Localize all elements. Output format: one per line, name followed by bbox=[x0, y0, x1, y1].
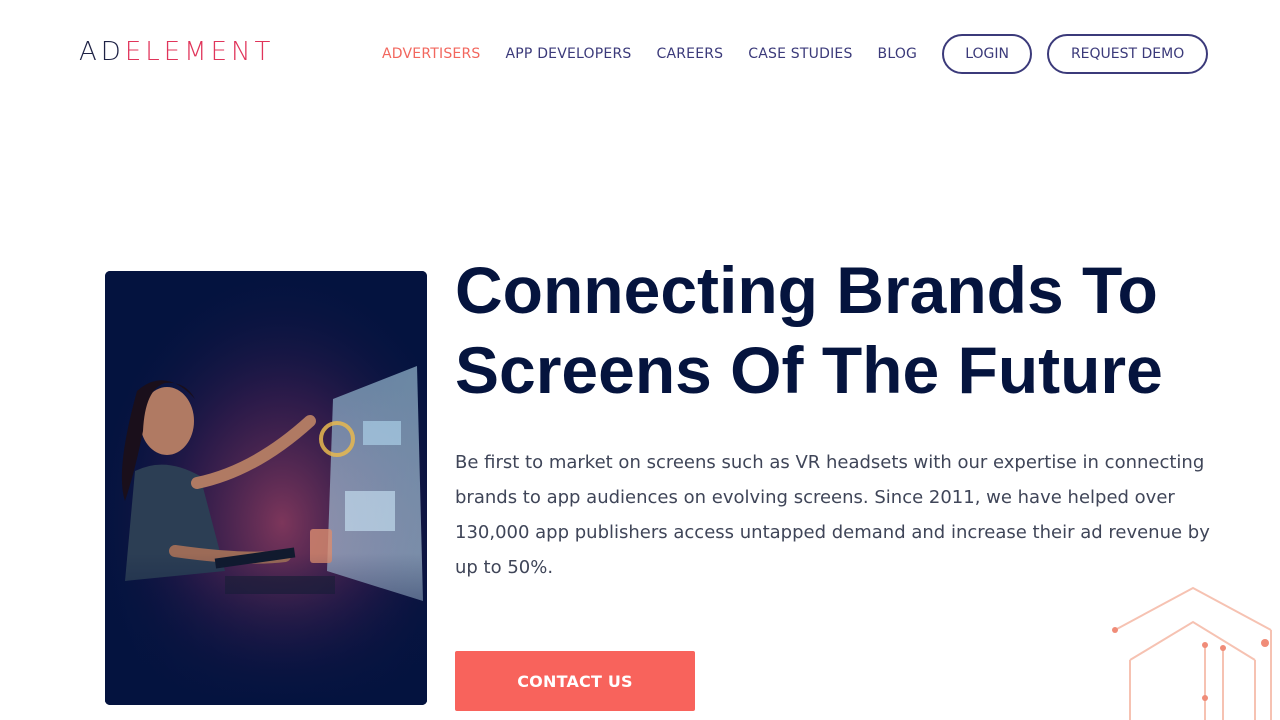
nav-case-studies[interactable]: CASE STUDIES bbox=[748, 46, 852, 62]
nav-careers[interactable]: CAREERS bbox=[656, 46, 723, 62]
nav-advertisers[interactable]: ADVERTISERS bbox=[382, 46, 480, 62]
circuit-hexagon-decoration bbox=[1112, 586, 1272, 720]
nav-blog[interactable]: BLOG bbox=[878, 46, 918, 62]
site-header: ADELEMENT ADVERTISERS APP DEVELOPERS CAR… bbox=[0, 0, 1280, 106]
contact-us-button[interactable]: CONTACT US bbox=[455, 651, 695, 711]
hero-title: Connecting Brands To Screens Of The Futu… bbox=[455, 253, 1163, 407]
adelement-logo[interactable]: ADELEMENT bbox=[79, 38, 274, 66]
hero-description: Be first to market on screens such as VR… bbox=[455, 452, 1210, 578]
woman-touching-holographic-screen-image bbox=[105, 271, 427, 705]
logo-part-ad: AD bbox=[79, 37, 125, 67]
nav-app-developers[interactable]: APP DEVELOPERS bbox=[505, 46, 631, 62]
hero-illustration bbox=[105, 271, 427, 705]
request-demo-button[interactable]: REQUEST DEMO bbox=[1047, 34, 1209, 74]
logo-part-element: ELEMENT bbox=[124, 37, 275, 67]
login-button[interactable]: LOGIN bbox=[942, 34, 1033, 74]
main-nav: ADVERTISERS APP DEVELOPERS CAREERS CASE … bbox=[382, 34, 1209, 74]
